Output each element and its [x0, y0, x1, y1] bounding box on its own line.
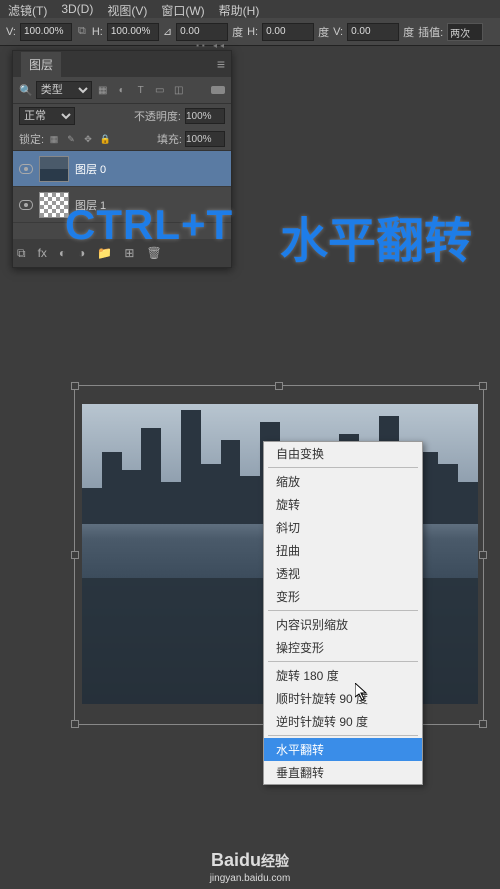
separator [268, 735, 418, 736]
layer-name[interactable]: 图层 1 [75, 197, 106, 213]
handle-bottom-right[interactable] [479, 720, 487, 728]
panel-footer: ⧉ fx ◐ ◑ 📁 ⊞ 🗑 [13, 239, 231, 267]
adjustment-layer-icon[interactable]: ◑ [78, 246, 85, 260]
group-icon[interactable]: 📁 [97, 246, 112, 260]
menu-rotate-180[interactable]: 旋转 180 度 [264, 664, 422, 687]
layer-fx-icon[interactable]: fx [38, 246, 47, 260]
v2-label: V: [333, 26, 343, 38]
panel-drag-grip[interactable]: ▪▪ ◂◂ [196, 41, 227, 50]
menu-skew[interactable]: 斜切 [264, 516, 422, 539]
height-input[interactable] [107, 23, 159, 41]
cursor-icon [355, 683, 371, 703]
blend-mode-select[interactable]: 正常 [19, 107, 75, 125]
fill-label: 填充: [157, 131, 182, 147]
layer-list: 图层 0 图层 1 [13, 151, 231, 223]
watermark-logo: Baidu经验 [210, 849, 291, 872]
delete-layer-icon[interactable]: 🗑 [146, 246, 161, 260]
menu-rotate[interactable]: 旋转 [264, 493, 422, 516]
visibility-toggle[interactable] [13, 164, 39, 174]
filter-type-select[interactable]: 类型 [36, 81, 92, 99]
lock-row: 锁定: ▦ ✎ ✥ 🔒 填充: [13, 128, 231, 151]
options-bar: V: ⧉ H: ⊿ 度 H: 度 V: 度 插值: 两次 [0, 18, 500, 46]
menu-rotate-90-ccw[interactable]: 逆时针旋转 90 度 [264, 710, 422, 733]
eye-icon [19, 164, 33, 174]
handle-top-center[interactable] [275, 382, 283, 390]
layer-filter-row: 🔍 类型 ▦ ◐ T ▭ ◫ [13, 77, 231, 104]
handle-bottom-left[interactable] [71, 720, 79, 728]
menu-distort[interactable]: 扭曲 [264, 539, 422, 562]
angle-input[interactable] [176, 23, 228, 41]
filter-smart-icon[interactable]: ◫ [171, 82, 187, 98]
lock-position-icon[interactable]: ✥ [81, 132, 95, 146]
menu-free-transform[interactable]: 自由变换 [264, 442, 422, 465]
height-label: H: [92, 26, 103, 38]
menu-bar: 滤镜(T) 3D(D) 视图(V) 窗口(W) 帮助(H) [0, 0, 500, 18]
handle-mid-left[interactable] [71, 551, 79, 559]
filter-toggle[interactable] [211, 86, 225, 94]
layers-tab[interactable]: 图层 [21, 52, 61, 77]
menu-puppet-warp[interactable]: 操控变形 [264, 636, 422, 659]
menu-window[interactable]: 窗口(W) [161, 2, 204, 16]
h2-input[interactable] [262, 23, 314, 41]
separator [268, 467, 418, 468]
watermark-url: jingyan.baidu.com [210, 872, 291, 885]
menu-warp[interactable]: 变形 [264, 585, 422, 608]
panel-menu-icon[interactable]: ≡ [217, 56, 225, 72]
lock-label: 锁定: [19, 131, 44, 147]
menu-rotate-90-cw[interactable]: 顺时针旋转 90 度 [264, 687, 422, 710]
overlay-action-text: 水平翻转 [280, 201, 472, 271]
menu-3d[interactable]: 3D(D) [61, 2, 93, 16]
lock-all-icon[interactable]: 🔒 [98, 132, 112, 146]
menu-scale[interactable]: 缩放 [264, 470, 422, 493]
visibility-toggle[interactable] [13, 200, 39, 210]
deg3-label: 度 [403, 24, 414, 40]
layer-row[interactable]: 图层 0 [13, 151, 231, 187]
link-icon[interactable]: ⧉ [76, 25, 88, 38]
menu-filter[interactable]: 滤镜(T) [8, 2, 47, 16]
handle-top-right[interactable] [479, 382, 487, 390]
separator [268, 661, 418, 662]
eye-icon [19, 200, 33, 210]
menu-perspective[interactable]: 透视 [264, 562, 422, 585]
layers-panel: ▪▪ ◂◂ 图层 ≡ 🔍 类型 ▦ ◐ T ▭ ◫ 正常 不透明度: 锁定: ▦… [12, 50, 232, 268]
menu-help[interactable]: 帮助(H) [219, 2, 260, 16]
lock-brush-icon[interactable]: ✎ [64, 132, 78, 146]
menu-flip-vertical[interactable]: 垂直翻转 [264, 761, 422, 784]
deg2-label: 度 [318, 24, 329, 40]
menu-content-aware[interactable]: 内容识别缩放 [264, 613, 422, 636]
context-menu: 自由变换 缩放 旋转 斜切 扭曲 透视 变形 内容识别缩放 操控变形 旋转 18… [263, 441, 423, 785]
filter-pixel-icon[interactable]: ▦ [95, 82, 111, 98]
width-label: V: [6, 26, 16, 38]
fill-input[interactable] [185, 131, 225, 147]
separator [268, 610, 418, 611]
layer-row[interactable]: 图层 1 [13, 187, 231, 223]
opacity-label: 不透明度: [134, 108, 181, 124]
handle-top-left[interactable] [71, 382, 79, 390]
link-layers-icon[interactable]: ⧉ [17, 246, 26, 261]
new-layer-icon[interactable]: ⊞ [124, 246, 134, 260]
menu-flip-horizontal[interactable]: 水平翻转 [264, 738, 422, 761]
filter-shape-icon[interactable]: ▭ [152, 82, 168, 98]
v2-input[interactable] [347, 23, 399, 41]
layer-thumbnail[interactable] [39, 156, 69, 182]
layer-name[interactable]: 图层 0 [75, 161, 106, 177]
angle-icon: ⊿ [163, 25, 172, 38]
layer-mask-icon[interactable]: ◐ [59, 246, 66, 260]
width-input[interactable] [20, 23, 72, 41]
watermark: Baidu经验 jingyan.baidu.com [210, 849, 291, 885]
handle-mid-right[interactable] [479, 551, 487, 559]
layer-thumbnail[interactable] [39, 192, 69, 218]
blend-mode-row: 正常 不透明度: [13, 104, 231, 128]
search-icon: 🔍 [19, 84, 33, 97]
h2-label: H: [247, 26, 258, 38]
filter-adjust-icon[interactable]: ◐ [114, 82, 130, 98]
deg-label: 度 [232, 24, 243, 40]
opacity-input[interactable] [185, 108, 225, 124]
panel-tabs: 图层 ≡ [13, 51, 231, 77]
interp-dropdown[interactable]: 两次 [447, 23, 483, 41]
filter-text-icon[interactable]: T [133, 82, 149, 98]
interp-label: 插值: [418, 24, 443, 40]
menu-view[interactable]: 视图(V) [107, 2, 147, 16]
lock-pixels-icon[interactable]: ▦ [47, 132, 61, 146]
